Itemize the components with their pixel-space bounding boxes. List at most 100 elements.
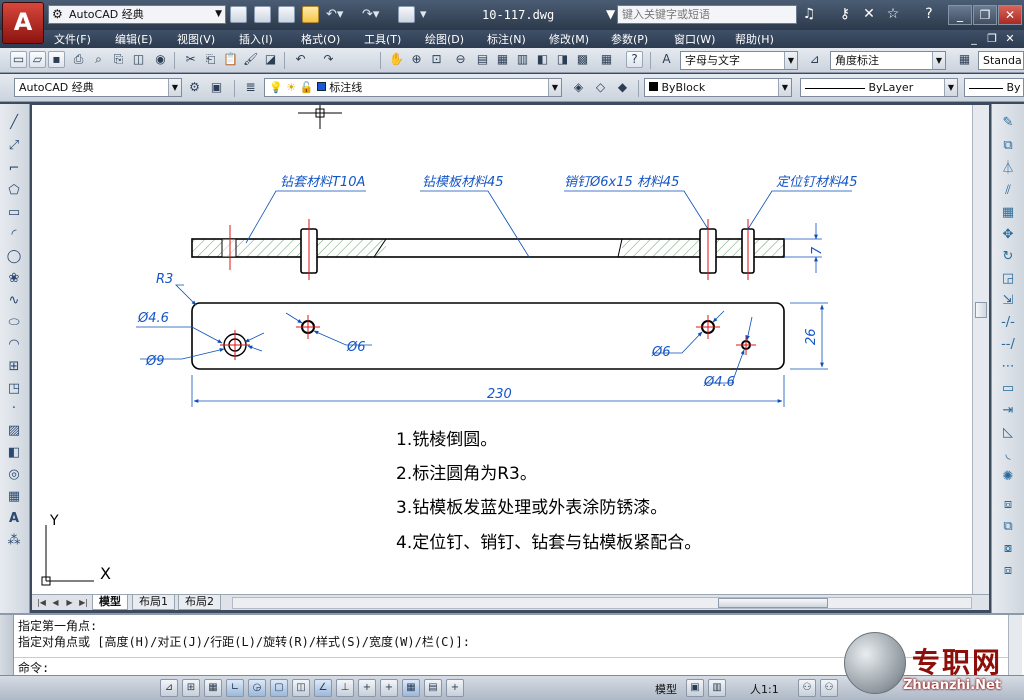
menu-window[interactable]: 窗口(W) <box>674 31 715 47</box>
layer-manager-icon[interactable]: ≣ <box>242 79 259 96</box>
zoom-window-icon[interactable]: ⊡ <box>428 51 445 68</box>
tab-layout1[interactable]: 布局1 <box>132 595 175 610</box>
zoom-previous-icon[interactable]: ⊖ <box>452 51 469 68</box>
layer-select[interactable]: 💡 ☀ 🔓 标注线 ▼ <box>264 78 562 97</box>
menu-insert[interactable]: 插入(I) <box>239 31 273 47</box>
menu-file[interactable]: 文件(F) <box>54 31 91 47</box>
workspace-settings-icon[interactable]: ▣ <box>208 79 225 96</box>
markup-icon[interactable]: ◨ <box>554 51 571 68</box>
help-icon[interactable]: ? <box>626 51 643 68</box>
scroll-thumb[interactable] <box>718 598 828 608</box>
open-file-button[interactable] <box>254 6 271 23</box>
lineweight-select[interactable]: By <box>964 78 1024 97</box>
move-icon[interactable]: ✥ <box>999 226 1017 244</box>
copy-object-icon[interactable]: ⧉ <box>999 137 1017 155</box>
menu-tools[interactable]: 工具(T) <box>364 31 401 47</box>
trim-icon[interactable]: -/- <box>999 314 1017 332</box>
redo-icon[interactable]: ↷ <box>320 51 337 68</box>
close-button[interactable]: ✕ <box>998 5 1022 25</box>
dim-style-select[interactable]: 角度标注 ▼ <box>830 51 946 70</box>
preview-icon[interactable]: ⌕ <box>90 51 107 68</box>
application-menu-button[interactable]: A <box>2 2 44 44</box>
design-center-icon[interactable]: ▦ <box>494 51 511 68</box>
calculator-icon[interactable]: ▦ <box>598 51 615 68</box>
dim-style-icon[interactable]: ⊿ <box>806 51 823 68</box>
chamfer-icon[interactable]: ◺ <box>999 424 1017 442</box>
break-icon[interactable]: ▭ <box>999 380 1017 398</box>
polyline-icon[interactable]: ⌐ <box>5 160 23 178</box>
menu-parametric[interactable]: 参数(P) <box>611 31 648 47</box>
send-back-icon[interactable]: ⧇ <box>999 540 1017 558</box>
tab-model[interactable]: 模型 <box>92 595 128 610</box>
search-input[interactable]: 键入关键字或短语 <box>617 5 797 24</box>
horizontal-scrollbar[interactable] <box>232 597 972 609</box>
table-style-icon[interactable]: ▦ <box>956 51 973 68</box>
etransmit-icon[interactable]: ◉ <box>152 51 169 68</box>
binoculars-icon[interactable]: ♫ <box>800 6 818 22</box>
snap-toggle[interactable]: ⊞ <box>182 679 200 697</box>
menu-draw[interactable]: 绘图(D) <box>425 31 464 47</box>
gradient-icon[interactable]: ◧ <box>5 444 23 462</box>
layer-state-icon[interactable]: ◆ <box>614 79 631 96</box>
next-tab-icon[interactable]: ▶ <box>64 597 75 608</box>
menu-dimension[interactable]: 标注(N) <box>487 31 526 47</box>
tool-palettes-icon[interactable]: ▥ <box>514 51 531 68</box>
draworder-icon[interactable]: ⧈ <box>999 496 1017 514</box>
arc-icon[interactable]: ◜ <box>5 226 23 244</box>
bring-front-icon[interactable]: ⧉ <box>999 518 1017 536</box>
explode-icon[interactable]: ✺ <box>999 468 1017 486</box>
lineweight-toggle[interactable]: + <box>380 679 398 697</box>
properties-icon[interactable]: ▤ <box>474 51 491 68</box>
transparency-toggle[interactable]: ▦ <box>402 679 420 697</box>
vertical-scrollbar[interactable] <box>972 105 989 594</box>
prev-tab-icon[interactable]: ◀ <box>50 597 61 608</box>
cut-icon[interactable]: ✂ <box>182 51 199 68</box>
table-icon[interactable]: ▦ <box>5 488 23 506</box>
mirror-icon[interactable]: ⏃ <box>999 160 1017 178</box>
bring-above-icon[interactable]: ⧈ <box>999 562 1017 580</box>
erase-icon[interactable]: ✎ <box>999 114 1017 132</box>
3d-osnap-toggle[interactable]: ◫ <box>292 679 310 697</box>
extend-icon[interactable]: --/ <box>999 336 1017 354</box>
paste-icon[interactable]: 📋 <box>222 51 239 68</box>
zoom-realtime-icon[interactable]: ⊕ <box>408 51 425 68</box>
annotation-visibility-icon[interactable]: ⚇ <box>798 679 816 697</box>
offset-icon[interactable]: ⫽ <box>999 182 1017 200</box>
undo-icon[interactable]: ↶▾ <box>326 7 343 22</box>
infer-constraints-toggle[interactable]: ⊿ <box>160 679 178 697</box>
join-icon[interactable]: ⇥ <box>999 402 1017 420</box>
linetype-select[interactable]: ByLayer ▼ <box>800 78 958 97</box>
menu-help[interactable]: 帮助(H) <box>735 31 774 47</box>
print-button[interactable] <box>398 6 415 23</box>
qnew-icon[interactable]: ▭ <box>10 51 27 68</box>
help-icon[interactable]: ? <box>920 6 938 22</box>
block-editor-icon[interactable]: ◪ <box>262 51 279 68</box>
save-icon[interactable]: ▪ <box>48 51 65 68</box>
match-properties-icon[interactable]: 🖌 <box>242 51 259 68</box>
polar-toggle[interactable]: ◶ <box>248 679 266 697</box>
hatch-icon[interactable]: ▨ <box>5 422 23 440</box>
make-current-icon[interactable]: ◈ <box>570 79 587 96</box>
quick-properties-toggle[interactable]: ▤ <box>424 679 442 697</box>
rectangle-icon[interactable]: ▭ <box>5 204 23 222</box>
osnap-toggle[interactable]: ▢ <box>270 679 288 697</box>
communication-center-icon[interactable]: ✕ <box>860 6 878 22</box>
text-style-icon[interactable]: A <box>658 51 675 68</box>
insert-block-icon[interactable]: ⊞ <box>5 358 23 376</box>
ortho-toggle[interactable]: ∟ <box>226 679 244 697</box>
quick-view-layouts-icon[interactable]: ▣ <box>686 679 704 697</box>
doc-minimize-button[interactable]: _ <box>966 32 982 46</box>
make-block-icon[interactable]: ◳ <box>5 380 23 398</box>
multiline-text-icon[interactable]: A <box>5 510 23 528</box>
break-at-point-icon[interactable]: ⋯ <box>999 358 1017 376</box>
open-icon[interactable]: ▱ <box>29 51 46 68</box>
space-indicator[interactable]: 模型 <box>655 681 677 697</box>
workspace-combo[interactable]: AutoCAD 经典 ▼ <box>14 78 182 97</box>
redo-icon[interactable]: ↷▾ <box>362 7 379 22</box>
first-tab-icon[interactable]: |◀ <box>36 597 47 608</box>
otrack-toggle[interactable]: ∠ <box>314 679 332 697</box>
gear-icon[interactable]: ⚙ <box>186 79 203 96</box>
spline-icon[interactable]: ∿ <box>5 292 23 310</box>
scale-icon[interactable]: ◲ <box>999 270 1017 288</box>
copy-icon[interactable]: ⎗ <box>202 51 219 68</box>
